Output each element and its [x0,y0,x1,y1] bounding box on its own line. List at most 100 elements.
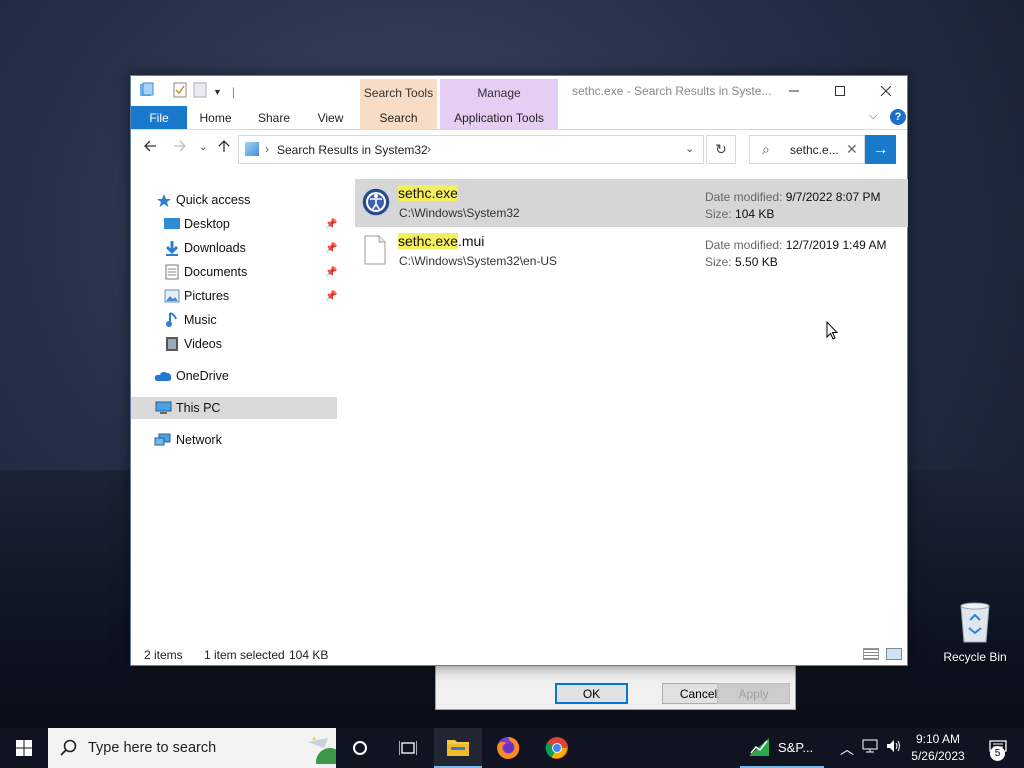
address-dropdown-icon[interactable]: ⌄ [685,142,694,155]
apply-button[interactable]: Apply [717,683,790,704]
clear-search-icon[interactable]: ✕ [846,141,858,158]
tab-share[interactable]: Share [244,106,304,129]
cortana-circle-icon [353,741,367,755]
search-input[interactable]: ⌕ sethc.e... ✕ [749,135,865,164]
folder-icon [447,740,469,756]
taskbar-sp-app[interactable]: S&P... [740,728,824,768]
qat-separator: | [231,84,236,99]
show-hidden-icons-chevron-icon[interactable]: ︿ [840,739,854,759]
new-folder-icon[interactable] [193,82,207,101]
taskbar-search-box[interactable]: Type here to search [48,728,344,768]
search-results-icon [245,142,259,156]
chart-growth-icon [749,738,769,756]
pin-icon[interactable]: 📌 [325,267,337,278]
sidebar-item-label: Documents [184,265,248,279]
item-count: 2 items [144,648,183,662]
window-title: sethc.exe - Search Results in Syste... [572,84,772,98]
download-icon [164,240,180,256]
pin-icon[interactable]: 📌 [325,219,337,230]
tab-view[interactable]: View [304,106,357,129]
results-list: sethc.exe C:\Windows\System32 Date modif… [355,179,908,639]
sidebar-item-downloads[interactable]: Downloads 📌 [131,237,337,259]
list-item[interactable]: sethc.exe.mui C:\Windows\System32\en-US … [355,227,908,275]
up-arrow-icon[interactable] [217,139,231,157]
recent-locations-chevron-icon[interactable]: ⌄ [199,142,207,153]
cloud-icon [154,370,172,384]
videos-icon [165,336,181,351]
list-item[interactable]: sethc.exe C:\Windows\System32 Date modif… [355,179,908,227]
sidebar-item-videos[interactable]: Videos [131,333,337,355]
manage-label: Manage [477,86,521,100]
properties-icon[interactable] [173,82,187,101]
start-button[interactable] [0,728,48,768]
properties-dialog: OK Cancel Apply [435,660,796,710]
maximize-button[interactable] [817,76,863,105]
sidebar-item-label: Music [184,313,217,327]
taskbar-firefox[interactable] [484,728,532,768]
expand-ribbon-icon[interactable]: ⌵ [869,110,877,123]
sidebar-item-network[interactable]: Network [131,429,337,451]
help-icon[interactable]: ? [890,109,906,125]
breadcrumb-separator[interactable]: › [265,142,269,156]
breadcrumb-separator-end[interactable]: › [427,142,431,156]
sidebar-item-pictures[interactable]: Pictures 📌 [131,285,337,307]
tab-search[interactable]: Search [360,106,437,129]
explorer-icon [139,82,155,101]
chrome-icon [545,737,568,759]
taskbar-chrome[interactable] [533,728,581,768]
file-size: Size: 104 KB [705,207,775,221]
refresh-icon[interactable]: ↻ [706,135,736,164]
sidebar-item-this-pc[interactable]: This PC [131,397,337,419]
back-arrow-icon[interactable] [143,139,157,157]
file-name[interactable]: sethc.exe [398,185,458,201]
music-icon [165,311,181,327]
search-query[interactable]: sethc.e... [790,143,839,157]
search-icon: ⌕ [762,141,770,157]
recycle-bin-icon [957,600,993,644]
volume-icon[interactable] [886,739,902,756]
network-status-icon[interactable] [862,739,878,756]
minimize-button[interactable] [771,76,817,105]
details-view-icon[interactable] [863,648,879,660]
sidebar-item-label: Downloads [184,241,246,255]
pin-icon[interactable]: 📌 [325,291,337,302]
firefox-icon [497,736,520,759]
network-icon [154,433,171,447]
tab-home[interactable]: Home [187,106,244,129]
sidebar-item-label: Desktop [184,217,230,231]
sidebar-item-music[interactable]: Music [131,309,337,331]
forward-arrow-icon[interactable] [173,139,187,157]
file-size: Size: 5.50 KB [705,255,778,269]
clock-time: 9:10 AM [915,732,961,746]
breadcrumb-path[interactable]: Search Results in System32 [277,143,428,157]
file-icon [361,235,391,265]
tab-application-tools[interactable]: Application Tools [440,106,558,129]
sidebar-item-label: Videos [184,337,222,351]
date-modified: Date modified: 9/7/2022 8:07 PM [705,190,881,204]
sidebar-item-quick-access[interactable]: Quick access [131,189,337,211]
address-bar[interactable]: › Search Results in System32 › ⌄ [238,135,704,164]
recycle-bin-shortcut[interactable]: Recycle Bin [940,600,1010,664]
file-name[interactable]: sethc.exe.mui [398,233,484,249]
taskbar-file-explorer[interactable] [434,728,482,768]
large-icons-view-icon[interactable] [886,648,902,660]
star-icon [156,193,172,207]
sidebar-item-label: This PC [176,401,221,415]
file-explorer-window: ▼ | Search Tools Manage sethc.exe - Sear… [130,75,908,666]
system-clock[interactable]: 9:10 AM 5/26/2023 [905,731,971,765]
sidebar-item-desktop[interactable]: Desktop 📌 [131,213,337,235]
search-go-arrow-icon[interactable]: → [865,135,896,164]
pin-icon[interactable]: 📌 [325,243,337,254]
sidebar-item-onedrive[interactable]: OneDrive [131,365,337,387]
date-modified: Date modified: 12/7/2019 1:49 AM [705,238,887,252]
sidebar-item-label: Network [176,433,222,447]
sidebar-item-documents[interactable]: Documents 📌 [131,261,337,283]
close-button[interactable] [863,76,909,105]
cortana-button[interactable] [336,728,384,768]
tab-file[interactable]: File [131,106,187,129]
ok-button[interactable]: OK [555,683,628,704]
task-view-button[interactable] [384,728,432,768]
documents-icon [165,264,181,280]
customize-qat-icon[interactable]: ▼ [213,87,222,97]
file-path: C:\Windows\System32\en-US [399,254,558,268]
